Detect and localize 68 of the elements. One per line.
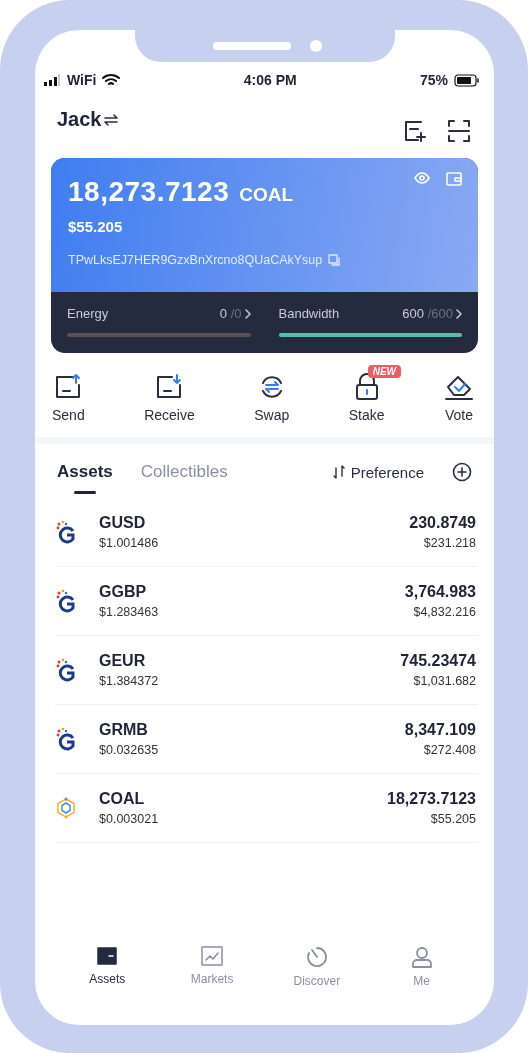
- asset-value: $55.205: [429, 812, 476, 826]
- asset-row[interactable]: GGBP $1.283463 3,764.983 $4,832.216: [55, 567, 478, 636]
- asset-row[interactable]: COAL $0.003021 18,273.7123 $55.205: [55, 774, 478, 843]
- asset-amount: 745.23474: [400, 652, 476, 670]
- asset-symbol: GUSD: [99, 514, 147, 532]
- camera: [310, 40, 322, 52]
- asset-price: $0.003021: [99, 812, 159, 826]
- battery-percent: 75%: [419, 72, 448, 88]
- g-logo-icon: [55, 589, 77, 613]
- preference-button[interactable]: Preference: [332, 463, 424, 493]
- add-wallet-icon[interactable]: [404, 120, 426, 142]
- g-logo-icon: [55, 658, 77, 682]
- resource-value: 0 /0: [219, 306, 242, 321]
- account-name[interactable]: Jack: [57, 108, 102, 131]
- resource-value: 600 /600: [402, 306, 453, 321]
- wifi-icon: [102, 73, 121, 87]
- battery-icon: [454, 73, 480, 87]
- new-badge: NEW: [367, 365, 402, 378]
- asset-amount: 8,347.109: [404, 721, 476, 739]
- plus-circle-icon: [452, 462, 472, 482]
- asset-price: $1.283463: [99, 605, 159, 619]
- hexagon-logo-icon: [55, 797, 77, 819]
- wallet-address: TPwLksEJ7HER9GzxBnXrcno8QUaCAkYsup: [68, 253, 323, 267]
- resource-label: Bandwidth: [278, 306, 340, 321]
- asset-symbol: GGBP: [99, 583, 148, 601]
- asset-row[interactable]: GEUR $1.384372 745.23474 $1,031.682: [55, 636, 478, 705]
- person-icon: [410, 946, 433, 968]
- asset-symbol: GRMB: [99, 721, 149, 739]
- resource-label: Energy: [67, 306, 109, 321]
- eye-icon[interactable]: [414, 172, 430, 184]
- clock: 4:06 PM: [243, 72, 297, 88]
- action-button[interactable]: Vote: [443, 373, 474, 423]
- tab[interactable]: Assets: [57, 462, 113, 494]
- asset-value: $231.218: [422, 536, 476, 550]
- asset-amount: 3,764.983: [404, 583, 476, 601]
- asset-symbol: GEUR: [99, 652, 147, 670]
- ballot-icon[interactable]: [443, 373, 474, 401]
- g-logo-icon: [55, 520, 77, 544]
- scan-icon[interactable]: [448, 120, 470, 142]
- switch-arrows-icon[interactable]: [103, 113, 118, 126]
- signal-icon: [43, 74, 61, 86]
- action-button[interactable]: Swap: [254, 373, 290, 423]
- timer-icon: [305, 946, 328, 968]
- asset-amount: 18,273.7123: [387, 790, 476, 808]
- asset-price: $1.384372: [99, 674, 159, 688]
- chevron-right-icon[interactable]: [244, 308, 251, 319]
- g-logo-icon: [55, 727, 77, 751]
- asset-row[interactable]: GUSD $1.001486 230.8749 $231.218: [55, 498, 478, 567]
- action-button[interactable]: Receive: [144, 373, 195, 423]
- action-button[interactable]: Send: [52, 373, 85, 423]
- asset-value: $4,832.216: [412, 605, 476, 619]
- carrier-label: WiFi: [67, 72, 97, 88]
- asset-symbol: COAL: [99, 790, 146, 808]
- asset-amount: 230.8749: [409, 514, 476, 532]
- sort-icon: [332, 465, 345, 479]
- asset-price: $1.001486: [99, 536, 159, 550]
- chevron-right-icon[interactable]: [456, 308, 462, 319]
- wallet-icon: [97, 946, 118, 966]
- fiat-balance: $55.205: [68, 218, 124, 235]
- asset-value: $272.408: [422, 743, 476, 757]
- asset-row[interactable]: GRMB $0.032635 8,347.109 $272.408: [55, 705, 478, 774]
- asset-price: $0.032635: [99, 743, 159, 757]
- chart-icon: [201, 946, 224, 966]
- asset-value: $1,031.682: [412, 674, 476, 688]
- balance-amount: 18,273.7123: [68, 176, 230, 208]
- nav-tab[interactable]: Assets: [72, 945, 143, 989]
- lock-icon[interactable]: [353, 373, 380, 401]
- balance-unit: COAL: [239, 184, 294, 206]
